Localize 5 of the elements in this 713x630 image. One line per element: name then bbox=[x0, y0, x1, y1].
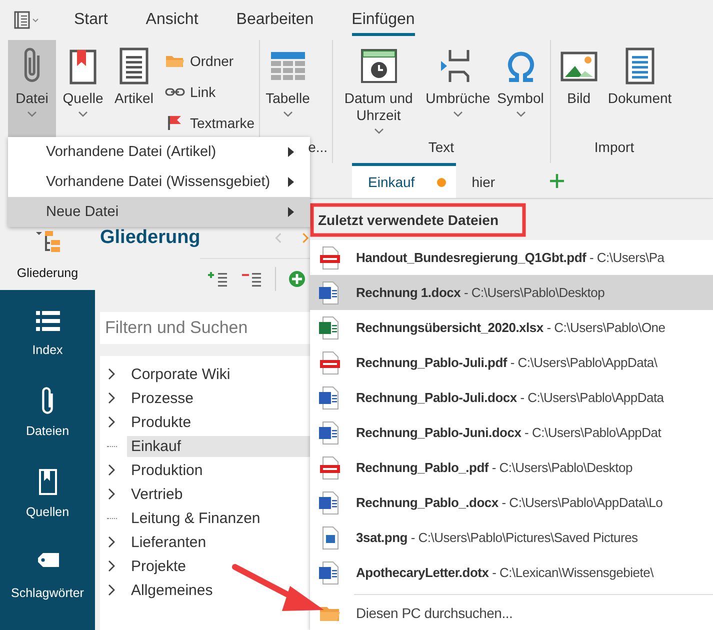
section-header: Zuletzt verwendete Dateien bbox=[318, 212, 498, 228]
ribbon-group-label: Text bbox=[428, 139, 454, 155]
ribbon-group-label: Import bbox=[594, 139, 634, 155]
ribbon-group-label: e... bbox=[308, 139, 328, 155]
panel-title: Gliederung bbox=[100, 227, 200, 249]
